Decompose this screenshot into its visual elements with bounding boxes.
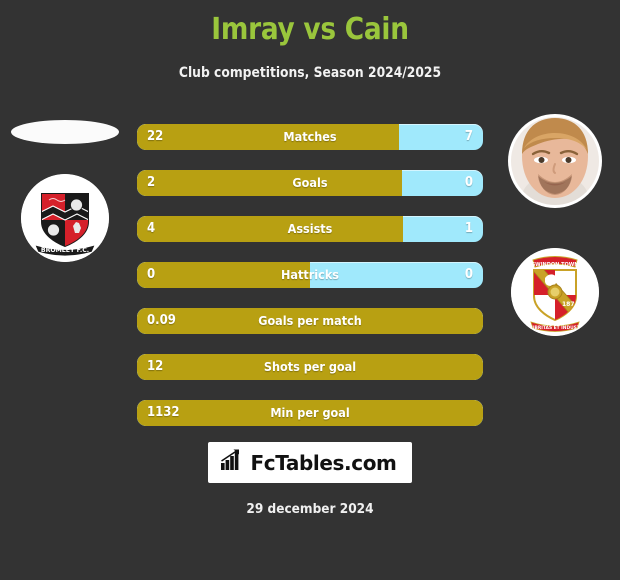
right-player-photo[interactable] [508,114,602,208]
stat-row: 12 Shots per goal [137,354,483,380]
crest-banner-text: BROMLEY F.C. [41,247,89,254]
stat-row: 0.09 Goals per match [137,308,483,334]
away-value: 7 [464,129,473,144]
header: Imray vs Cain Club competitions, Season … [0,0,620,82]
right-club-crest-wrap[interactable]: SWINDON TOWN 1879 SALUBRITAS ET INDUSTRI… [511,248,599,336]
away-value: 0 [464,175,473,190]
fctables-brand-badge[interactable]: FcTables.com [207,442,413,483]
report-date: 29 december 2024 [246,501,374,517]
stat-row: 4 Assists 1 [137,216,483,242]
comparison-board: BROMLEY F.C. SWINDON TOWN 1879 SALUBRITA… [0,112,620,442]
left-player-avatar-wrap [11,120,119,144]
stat-label: Assists [287,221,333,236]
fctables-brand-text: FcTables.com [250,450,397,475]
stat-label: Shots per goal [263,359,357,374]
bar-chart-icon [220,449,244,476]
crest-top-banner-text: SWINDON TOWN [532,262,579,268]
swindon-town-fc-crest-icon[interactable]: SWINDON TOWN 1879 SALUBRITAS ET INDUSTRI… [511,248,599,336]
stat-label: Goals [292,175,328,190]
away-value: 1 [464,221,473,236]
stat-label: Hattricks [280,267,340,282]
stat-row: 1132 Min per goal [137,400,483,426]
stat-row: 2 Goals 0 [137,170,483,196]
stat-label: Matches [283,129,337,144]
away-value: 0 [464,267,473,282]
bromley-fc-crest-icon[interactable]: BROMLEY F.C. [21,174,109,262]
footer: FcTables.com 29 december 2024 [0,442,620,517]
stats-list: 22 Matches 7 2 Goals 0 4 Assists 1 0 Hat… [137,124,483,426]
right-player-column: SWINDON TOWN 1879 SALUBRITAS ET INDUSTRI… [490,112,620,442]
left-player-column: BROMLEY F.C. [0,112,130,442]
stat-row: 0 Hattricks 0 [137,262,483,288]
stat-label: Min per goal [270,405,350,420]
page-subtitle: Club competitions, Season 2024/2025 [178,65,442,81]
stat-label: Goals per match [258,313,362,328]
crest-bottom-banner-text: SALUBRITAS ET INDUSTRIA [522,325,589,331]
stat-row: 22 Matches 7 [137,124,483,150]
left-club-crest-wrap[interactable]: BROMLEY F.C. [21,174,109,262]
page-title: Imray vs Cain [211,12,409,47]
right-player-avatar-wrap[interactable] [508,114,602,208]
left-player-photo-placeholder [11,120,119,144]
